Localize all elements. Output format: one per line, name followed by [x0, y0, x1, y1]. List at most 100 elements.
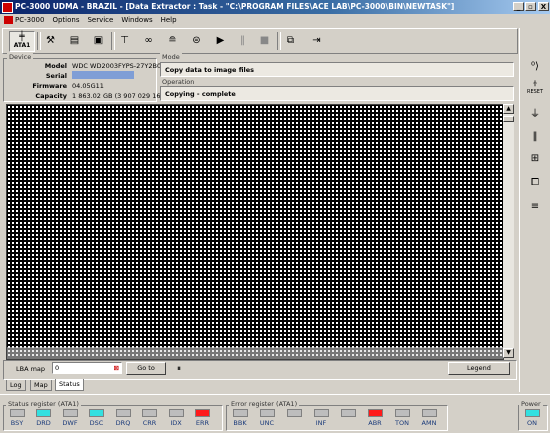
lba-pause-icon[interactable]: ⏸ [177, 364, 181, 374]
exit-icon: ⇥ [312, 35, 321, 46]
close-button[interactable]: X [538, 2, 549, 11]
sector-zero-button[interactable]: ⁰⟩ [524, 58, 546, 76]
model-label: Model [44, 62, 67, 70]
document-icon: ▤ [69, 35, 80, 46]
lba-map-canvas [7, 105, 503, 359]
error-register-flag-label: INF [315, 419, 327, 427]
image-button[interactable]: ▣ [89, 31, 108, 50]
document-button[interactable]: ▤ [65, 31, 84, 50]
operation-group-title: Operation [160, 78, 197, 86]
binoculars-icon: ∞ [144, 35, 153, 46]
menu-help[interactable]: Help [161, 16, 177, 24]
windows-button[interactable]: ⧉ [281, 31, 300, 50]
error-register-flag-label: ABR [368, 419, 382, 427]
power-led [524, 409, 540, 417]
search-button[interactable]: ∞ [139, 31, 158, 50]
menu-service[interactable]: Service [87, 16, 113, 24]
tab-map[interactable]: Map [30, 380, 52, 391]
disk-arrow-button[interactable]: ⊜ [187, 31, 206, 50]
lba-map-label: LBA map [16, 365, 46, 373]
error-register-flag-led [340, 409, 356, 417]
status-register-flag-label: CRR [142, 419, 157, 427]
status-register-flag-label: DRD [36, 419, 51, 427]
menu-app-icon[interactable] [4, 16, 13, 24]
tools-button[interactable]: ⚒ [41, 31, 60, 50]
tab-status[interactable]: Status [55, 379, 84, 391]
play-button[interactable]: ▶ [211, 31, 230, 50]
error-register-flag-label: BBK [233, 419, 247, 427]
status-register-flag: BSY [6, 409, 28, 427]
error-register-flag: UNC [256, 409, 278, 427]
status-register-flag-led [142, 409, 157, 417]
error-register-title: Error register (ATA1) [229, 400, 300, 408]
restore-button[interactable]: ▫ [525, 2, 536, 11]
error-register-flag-label: AMN [421, 419, 437, 427]
error-register-flag [283, 409, 305, 419]
status-register-flag-label: DSC [89, 419, 104, 427]
power-plug-icon: ⏚ [530, 109, 540, 120]
minimize-button[interactable]: _ [513, 2, 524, 11]
error-register-flag: TON [391, 409, 413, 427]
menu-windows[interactable]: Windows [121, 16, 152, 24]
lba-map-unread-area [7, 347, 503, 359]
exit-button[interactable]: ⇥ [307, 31, 326, 50]
error-register-flag-led [313, 409, 329, 417]
stop-button[interactable]: ■ [255, 31, 274, 50]
operation-field: Copying - complete [160, 86, 514, 101]
right-pause-button[interactable]: ‖ [524, 128, 546, 146]
error-register-flag: BBK [229, 409, 251, 427]
scroll-thumb[interactable] [503, 116, 514, 122]
serial-value-redacted [72, 71, 134, 79]
power-plug-button[interactable]: ⏚ [524, 106, 546, 124]
scroll-up-button[interactable]: ▲ [503, 104, 514, 114]
lba-input-clear-icon[interactable]: ⊠ [114, 363, 119, 373]
error-register-flag-label: TON [395, 419, 409, 427]
scroll-down-button[interactable]: ▼ [503, 348, 514, 358]
error-register-flag: INF [310, 409, 332, 427]
pause-icon: ‖ [532, 131, 538, 142]
firmware-value: 04.05G11 [72, 82, 104, 90]
add-module-icon: ⊞ [530, 153, 540, 164]
app-icon [2, 2, 13, 13]
connector-icon: ⊤ [120, 35, 129, 46]
connector-button[interactable]: ⊤ [115, 31, 134, 50]
device-group-title: Device [7, 53, 34, 61]
status-register-flag-led [62, 409, 78, 417]
error-register-flag-led [421, 409, 437, 417]
ata1-icon: ╪ [19, 32, 25, 42]
status-register-flag-label: IDX [170, 419, 182, 427]
connector-icon: ≡ [530, 201, 540, 212]
menu-bar: PC-3000 Options Service Windows Help [0, 14, 550, 26]
menu-pc3000[interactable]: PC-3000 [15, 16, 44, 24]
goto-button[interactable]: Go to [126, 362, 166, 375]
pause-button[interactable]: ‖ [233, 31, 252, 50]
add-module-button[interactable]: ⊞ [524, 150, 546, 168]
error-register-flag: AMN [418, 409, 440, 427]
menu-options[interactable]: Options [52, 16, 79, 24]
mode-group-title: Mode [160, 53, 182, 61]
serial-label: Serial [45, 72, 67, 80]
remove-module-icon: ⧠ [531, 177, 539, 188]
reset-button[interactable]: ╬ RESET [524, 80, 546, 98]
legend-button[interactable]: Legend [448, 362, 510, 375]
connector-side-button[interactable]: ≡ [524, 198, 546, 216]
capacity-label: Capacity [35, 92, 67, 100]
mode-field: Copy data to image files [160, 62, 514, 77]
disk-stack-button[interactable]: ≘ [163, 31, 182, 50]
stop-icon: ■ [259, 35, 270, 46]
ata1-label: ATA1 [13, 42, 31, 49]
copy-windows-icon: ⧉ [286, 35, 295, 46]
status-register-flag: DRQ [112, 409, 134, 427]
status-register-flag: DSC [86, 409, 108, 427]
lba-map-grid[interactable] [6, 104, 504, 360]
title-bar: PC-3000 UDMA - BRAZIL - [Data Extractor … [0, 0, 550, 14]
remove-module-button[interactable]: ⧠ [524, 174, 546, 192]
ata1-button[interactable]: ╪ ATA1 [9, 31, 35, 52]
map-vertical-scrollbar[interactable]: ▲ ▼ [503, 104, 514, 358]
status-register-flag-label: BSY [10, 419, 24, 427]
status-register-flag-led [89, 409, 104, 417]
status-register-flag: CRR [139, 409, 161, 427]
lba-input[interactable]: 0 ⊠ [52, 362, 122, 374]
tab-log[interactable]: Log [6, 380, 26, 391]
error-register-flag-led [286, 409, 302, 417]
